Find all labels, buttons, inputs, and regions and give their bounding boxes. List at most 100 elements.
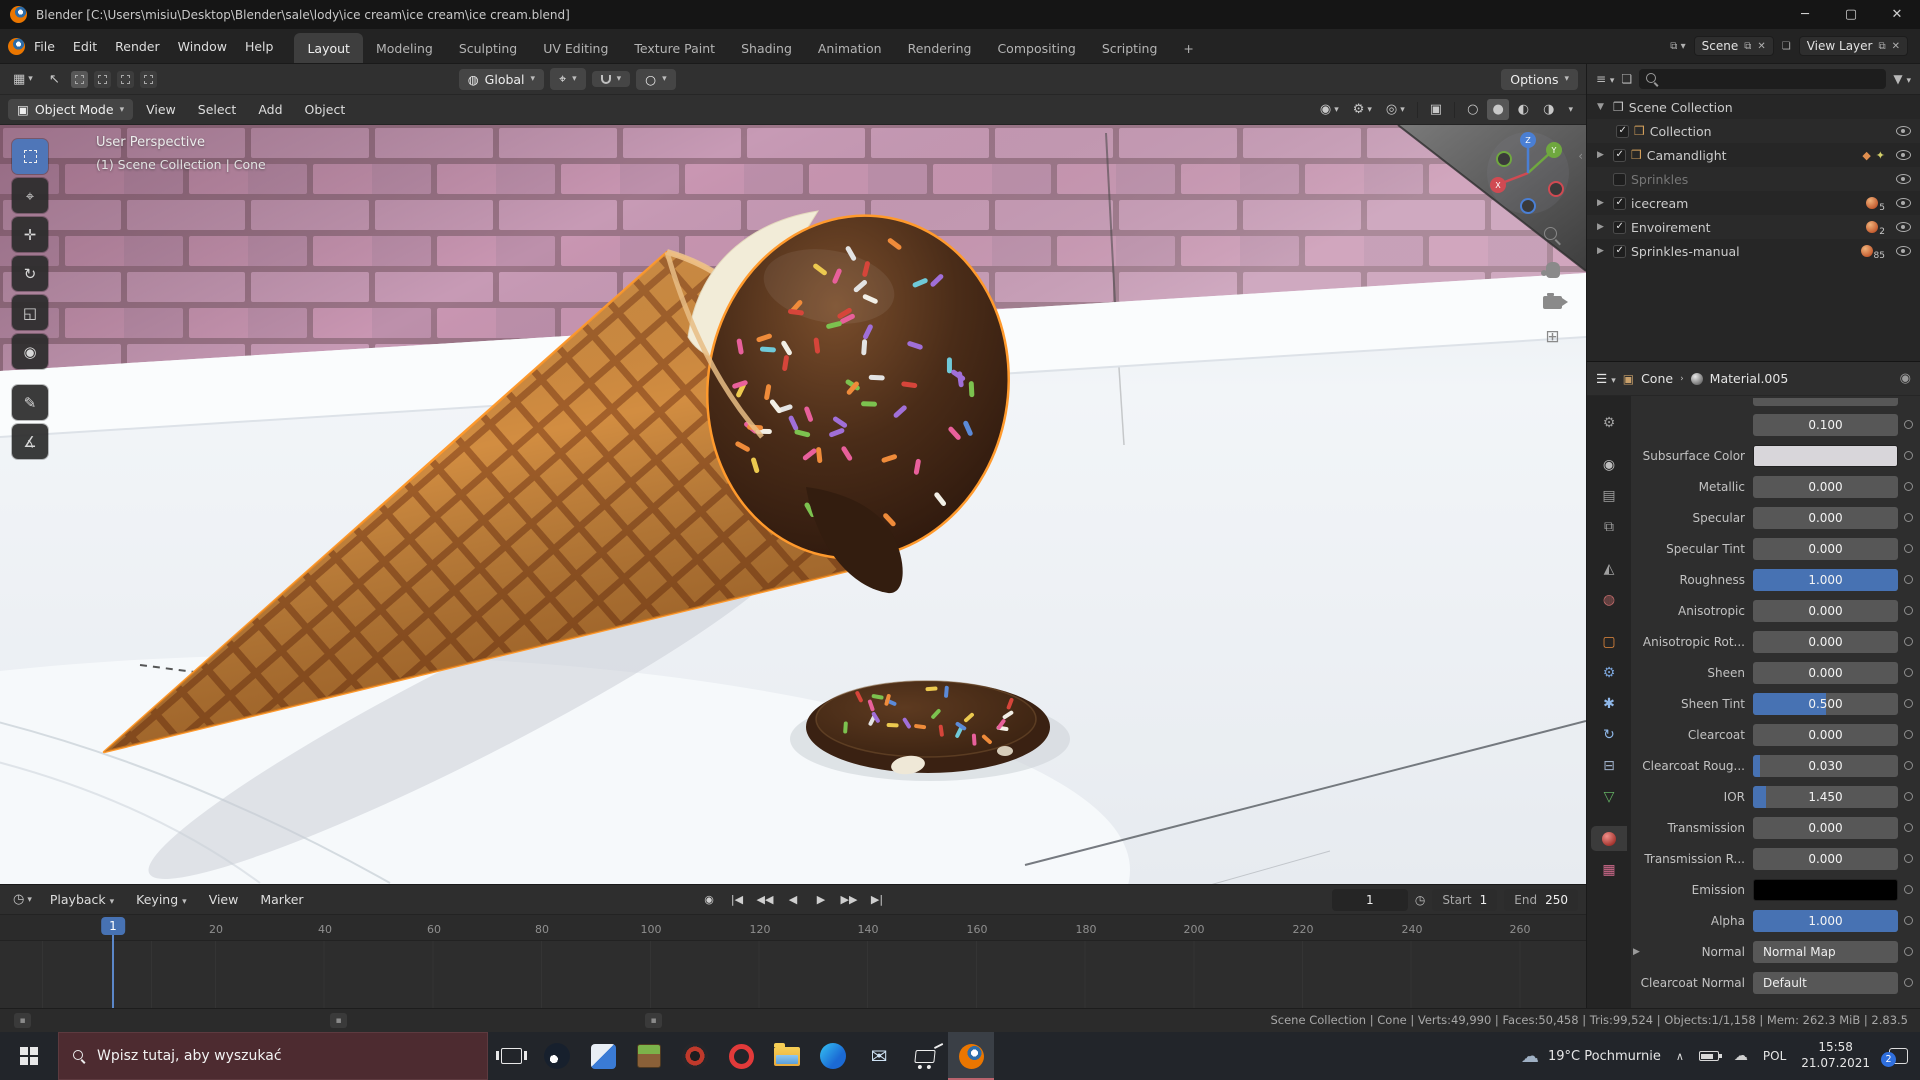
clearcoat-slider[interactable]: 0.000 xyxy=(1753,723,1898,746)
expand-icon[interactable]: ▶ xyxy=(1597,246,1608,256)
battery-icon[interactable] xyxy=(1698,1051,1722,1061)
tab-constraints[interactable]: ⊟ xyxy=(1591,753,1627,778)
cursor-tool[interactable]: ⌖ xyxy=(12,178,48,213)
tab-modifiers[interactable]: ⚙ xyxy=(1591,660,1627,685)
taskbar-blender[interactable] xyxy=(948,1032,994,1080)
tab-scene[interactable]: ◭ xyxy=(1591,556,1627,581)
animate-dot[interactable] xyxy=(1904,420,1913,429)
hidden-icons-chevron[interactable]: ∧ xyxy=(1676,1050,1684,1063)
outliner-row-sprinkles-manual[interactable]: ▶ Sprinkles-manual 85 xyxy=(1587,239,1920,263)
taskbar-search-input[interactable]: Wpisz tutaj, aby wyszukać xyxy=(58,1032,488,1080)
tab-compositing[interactable]: Compositing xyxy=(984,33,1088,63)
breadcrumb-object[interactable]: Cone xyxy=(1641,371,1673,386)
sheen-slider[interactable]: 0.000 xyxy=(1753,661,1898,684)
active-tool-icon[interactable]: ↖ xyxy=(44,69,65,90)
playback-menu[interactable]: Playback ▾ xyxy=(41,888,123,911)
subsurface-radius-slider[interactable]: 0.100 xyxy=(1753,413,1898,436)
viewport-menu-object[interactable]: Object xyxy=(296,98,355,121)
animate-dot[interactable] xyxy=(1904,885,1913,894)
shading-dropdown[interactable]: ▾ xyxy=(1563,102,1578,118)
minimize-button[interactable]: ─ xyxy=(1782,0,1828,29)
ortho-toggle-icon[interactable]: ⊞ xyxy=(1545,327,1559,347)
expand-icon[interactable]: ▶ xyxy=(1597,198,1608,208)
eye-icon[interactable] xyxy=(1896,126,1911,136)
viewport-menu-view[interactable]: View xyxy=(137,98,185,121)
move-tool[interactable]: ✛ xyxy=(12,217,48,252)
subsurface-radius-slider[interactable] xyxy=(1753,398,1898,406)
animate-dot[interactable] xyxy=(1904,513,1913,522)
tab-render[interactable]: ◉ xyxy=(1591,452,1627,477)
select-mode-lasso[interactable] xyxy=(139,70,157,88)
alpha-slider[interactable]: 1.000 xyxy=(1753,909,1898,932)
close-button[interactable]: ✕ xyxy=(1874,0,1920,29)
xray-toggle[interactable]: ▣ xyxy=(1425,99,1447,120)
taskbar-steam[interactable] xyxy=(534,1032,580,1080)
expand-icon[interactable]: ▶ xyxy=(1597,222,1608,232)
sheen-tint-slider[interactable]: 0.500 xyxy=(1753,692,1898,715)
animate-dot[interactable] xyxy=(1904,916,1913,925)
taskbar-app[interactable] xyxy=(580,1032,626,1080)
shading-rendered-button[interactable]: ◑ xyxy=(1538,99,1559,120)
taskbar-mail[interactable]: ✉ xyxy=(856,1032,902,1080)
tab-physics[interactable]: ↻ xyxy=(1591,722,1627,747)
start-button[interactable] xyxy=(0,1032,58,1080)
scene-browse-icon[interactable]: ⧉ ▾ xyxy=(1670,41,1685,52)
animate-dot[interactable] xyxy=(1904,606,1913,615)
tab-shading[interactable]: Shading xyxy=(728,33,805,63)
jump-to-end-button[interactable]: ▶| xyxy=(864,889,890,911)
editor-type-icon[interactable]: ▦ ▾ xyxy=(8,69,38,90)
collection-checkbox[interactable] xyxy=(1613,172,1626,186)
animate-dot[interactable] xyxy=(1904,482,1913,491)
viewport-menu-add[interactable]: Add xyxy=(249,98,291,121)
select-mode-tweak[interactable] xyxy=(70,70,88,88)
tab-particles[interactable]: ✱ xyxy=(1591,691,1627,716)
timeline-editor-icon[interactable]: ◷ ▾ xyxy=(8,889,37,910)
collection-checkbox[interactable] xyxy=(1613,220,1626,234)
menu-file[interactable]: File xyxy=(25,35,64,58)
collection-checkbox[interactable] xyxy=(1616,124,1629,138)
metallic-slider[interactable]: 0.000 xyxy=(1753,475,1898,498)
transform-tool[interactable]: ◉ xyxy=(12,334,48,369)
outliner-display-mode-icon[interactable]: ❏ xyxy=(1621,72,1632,86)
shading-solid-button[interactable]: ● xyxy=(1487,99,1509,120)
eye-icon[interactable] xyxy=(1896,222,1911,232)
annotate-tool[interactable]: ✎ xyxy=(12,385,48,420)
ior-slider[interactable]: 1.450 xyxy=(1753,785,1898,808)
clearcoat-normal-input[interactable]: Default xyxy=(1753,971,1898,994)
animate-dot[interactable] xyxy=(1904,544,1913,553)
playhead[interactable]: 1 xyxy=(101,917,125,935)
menu-edit[interactable]: Edit xyxy=(64,35,106,58)
specular-slider[interactable]: 0.000 xyxy=(1753,506,1898,529)
tab-object[interactable]: ▢ xyxy=(1591,629,1627,654)
eye-icon[interactable] xyxy=(1896,198,1911,208)
taskbar-explorer[interactable] xyxy=(764,1032,810,1080)
transmission-roughness-slider[interactable]: 0.000 xyxy=(1753,847,1898,870)
mode-dropdown[interactable]: ▣ Object Mode ▾ xyxy=(8,99,134,120)
navigation-gizmo[interactable]: X Y Z xyxy=(1484,129,1572,217)
end-frame-field[interactable]: End 250 xyxy=(1504,888,1578,911)
outliner-row-sprinkles[interactable]: Sprinkles xyxy=(1587,167,1920,191)
marker-menu[interactable]: Marker xyxy=(251,888,312,911)
properties-editor-icon[interactable]: ☰ ▾ xyxy=(1596,371,1616,386)
keying-menu[interactable]: Keying ▾ xyxy=(127,888,196,911)
viewport-canvas[interactable]: User Perspective (1) Scene Collection | … xyxy=(0,125,1586,884)
shading-material-button[interactable]: ◐ xyxy=(1513,99,1534,120)
tab-animation[interactable]: Animation xyxy=(805,33,895,63)
specular-tint-slider[interactable]: 0.000 xyxy=(1753,537,1898,560)
tab-layout[interactable]: Layout xyxy=(294,33,363,63)
animate-dot[interactable] xyxy=(1904,730,1913,739)
outliner-row-icecream[interactable]: ▶ icecream 5 xyxy=(1587,191,1920,215)
tab-rendering[interactable]: Rendering xyxy=(895,33,985,63)
outliner-row-scene-collection[interactable]: ▼ ❒ Scene Collection xyxy=(1587,95,1920,119)
animate-dot[interactable] xyxy=(1904,451,1913,460)
menu-window[interactable]: Window xyxy=(169,35,236,58)
select-mode-box[interactable] xyxy=(93,70,111,88)
breadcrumb-material[interactable]: Material.005 xyxy=(1710,371,1789,386)
region-collapse-icon[interactable]: ‹ xyxy=(1578,149,1583,163)
outliner-search-input[interactable] xyxy=(1639,69,1887,89)
overlays-toggle[interactable]: ◎ ▾ xyxy=(1381,99,1410,120)
animate-dot[interactable] xyxy=(1904,699,1913,708)
start-frame-field[interactable]: Start 1 xyxy=(1432,888,1498,911)
rotate-tool[interactable]: ↻ xyxy=(12,256,48,291)
shading-wireframe-button[interactable]: ○ xyxy=(1462,99,1483,120)
